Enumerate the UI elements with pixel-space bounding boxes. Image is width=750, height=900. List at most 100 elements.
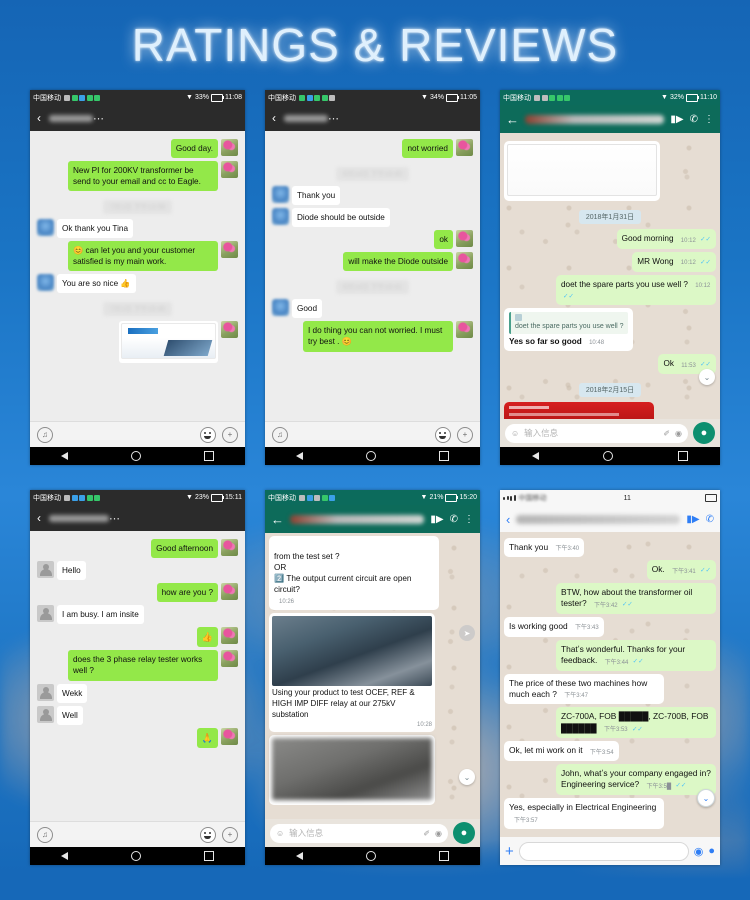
overflow-menu-icon[interactable]: ⋮ <box>464 514 474 525</box>
chat-header: ‹ ⋯ <box>30 105 245 131</box>
voice-record-button[interactable]: ● <box>453 822 475 844</box>
back-icon[interactable]: ‹ <box>37 112 41 124</box>
camera-icon[interactable]: ◉ <box>694 845 704 858</box>
nav-back-icon[interactable] <box>61 852 69 860</box>
android-nav-bar <box>265 447 480 465</box>
voice-record-button[interactable]: ● <box>693 422 715 444</box>
nav-back-icon[interactable] <box>532 452 540 460</box>
nav-home-icon[interactable] <box>130 451 141 461</box>
forward-icon[interactable]: ➤ <box>459 625 475 641</box>
message-list[interactable]: 2018年1月31日 Good morning 10:12 ✓✓ MR Wong… <box>500 133 720 419</box>
add-attachment-icon[interactable]: + <box>222 426 238 443</box>
message-input-field[interactable]: ☺ 输入信息 ✐ ◉ <box>505 423 688 443</box>
message-row: The price of these two machines how much… <box>504 673 716 705</box>
wifi-icon: ▼ <box>186 94 193 101</box>
nav-home-icon[interactable] <box>365 851 376 861</box>
message-input-bar[interactable]: ♫ + <box>30 821 245 847</box>
nav-home-icon[interactable] <box>365 451 376 461</box>
camera-icon[interactable]: ◉ <box>675 429 682 438</box>
voice-call-icon[interactable]: ✆ <box>706 514 714 525</box>
avatar <box>37 219 54 237</box>
nav-back-icon[interactable] <box>296 452 304 460</box>
wifi-icon: ▼ <box>186 494 193 501</box>
back-icon[interactable]: ‹ <box>37 512 41 524</box>
message-list[interactable]: not worried 8月14日 下午16:40 Thank you Diod… <box>265 131 480 421</box>
message-row: not worried <box>269 139 476 159</box>
back-icon[interactable]: ← <box>271 512 284 527</box>
emoji-icon[interactable]: ☺ <box>276 829 284 838</box>
date-label: 2018年1月31日 <box>578 210 642 224</box>
battery-icon <box>446 93 459 102</box>
read-receipt-icon: ✓✓ <box>700 258 711 266</box>
emoji-icon[interactable] <box>200 426 216 443</box>
message-time: 下午3:42 <box>593 603 618 610</box>
emoji-icon[interactable]: ☺ <box>511 429 519 438</box>
nav-back-icon[interactable] <box>296 852 304 860</box>
scroll-to-bottom-icon[interactable]: ⌄ <box>697 789 715 807</box>
message-input-bar[interactable]: ♫ + <box>265 421 480 447</box>
message-input-bar[interactable]: + ◉ ● <box>500 837 720 865</box>
message-input-bar[interactable]: ☺ 输入信息 ✐ ◉ ● <box>265 819 480 847</box>
message-bubble: Thank you <box>292 186 341 206</box>
nav-recents-icon[interactable] <box>203 851 214 861</box>
add-attachment-icon[interactable]: + <box>505 843 514 860</box>
back-icon[interactable]: ‹ <box>272 112 276 124</box>
message-bubble: ZC-700A, FOB █████, ZC-700B, FOB ██████ … <box>556 707 716 739</box>
voice-record-icon[interactable]: ● <box>708 845 715 857</box>
message-list[interactable]: from the test set ? OR 2️⃣ The output cu… <box>265 533 480 819</box>
message-text: Is working good <box>509 621 568 632</box>
nav-home-icon[interactable] <box>130 851 141 861</box>
clock-label: 15:11 <box>225 494 242 501</box>
voice-call-icon[interactable]: ✆ <box>690 114 698 125</box>
message-image-bubble[interactable] <box>269 734 435 805</box>
more-options-icon[interactable]: ⋯ <box>93 112 105 125</box>
status-notification-icons <box>64 494 100 501</box>
message-bubble: Thatʼs wonderful. Thanks for your feedba… <box>556 639 716 671</box>
message-text: Yes so far so good <box>509 336 582 346</box>
camera-icon[interactable]: ◉ <box>435 829 442 838</box>
contact-name-blurred <box>284 114 328 122</box>
voice-call-icon[interactable]: ✆ <box>450 514 458 525</box>
attach-clip-icon[interactable]: ✐ <box>663 429 670 438</box>
add-attachment-icon[interactable]: + <box>222 826 238 843</box>
clock-label: 15:20 <box>459 494 477 501</box>
message-image-bubble[interactable] <box>504 401 654 419</box>
nav-recents-icon[interactable] <box>438 851 449 861</box>
battery-icon <box>211 93 224 102</box>
voice-record-icon[interactable]: ♫ <box>37 826 53 843</box>
emoji-icon[interactable] <box>200 826 216 843</box>
nav-home-icon[interactable] <box>603 451 614 461</box>
video-call-icon[interactable]: ▮▶ <box>430 514 443 525</box>
back-icon[interactable]: ← <box>506 112 519 127</box>
message-list[interactable]: Good day. New PI for 200KV transformer b… <box>30 131 245 421</box>
message-input-field[interactable]: ☺ 输入信息 ✐ ◉ <box>270 823 448 843</box>
attach-clip-icon[interactable]: ✐ <box>423 829 430 838</box>
avatar <box>37 683 54 701</box>
add-attachment-icon[interactable]: + <box>457 426 473 443</box>
video-call-icon[interactable]: ▮▶ <box>670 114 683 125</box>
nav-recents-icon[interactable] <box>203 451 214 461</box>
read-receipt-icon: ✓✓ <box>700 567 711 575</box>
nav-recents-icon[interactable] <box>677 451 688 461</box>
message-image-bubble[interactable] <box>119 321 218 364</box>
message-input-bar[interactable]: ♫ + <box>30 421 245 447</box>
nav-recents-icon[interactable] <box>438 451 449 461</box>
nav-back-icon[interactable] <box>61 452 69 460</box>
message-image-bubble[interactable]: Using your product to test OCEF, REF & H… <box>269 613 435 732</box>
scroll-to-bottom-icon[interactable]: ⌄ <box>699 369 715 385</box>
message-row: I am busy. I am insite <box>34 605 241 625</box>
more-options-icon[interactable]: ⋯ <box>328 112 340 125</box>
video-call-icon[interactable]: ▮▶ <box>686 514 699 525</box>
message-list[interactable]: Good afternoon Hello how are you ? I am … <box>30 531 245 821</box>
scroll-to-bottom-icon[interactable]: ⌄ <box>459 769 475 785</box>
more-options-icon[interactable]: ⋯ <box>109 512 121 525</box>
voice-record-icon[interactable]: ♫ <box>272 426 288 443</box>
voice-record-icon[interactable]: ♫ <box>37 426 53 443</box>
message-list[interactable]: Thank you 下午3:40 Ok. 下午3:41 ✓✓ BTW, how … <box>500 532 720 837</box>
message-image-bubble[interactable] <box>504 141 660 201</box>
overflow-menu-icon[interactable]: ⋮ <box>704 114 714 125</box>
message-input-field[interactable] <box>518 841 689 861</box>
message-input-bar[interactable]: ☺ 输入信息 ✐ ◉ ● <box>500 419 720 447</box>
back-icon[interactable]: ‹ <box>506 512 510 527</box>
emoji-icon[interactable] <box>435 426 451 443</box>
